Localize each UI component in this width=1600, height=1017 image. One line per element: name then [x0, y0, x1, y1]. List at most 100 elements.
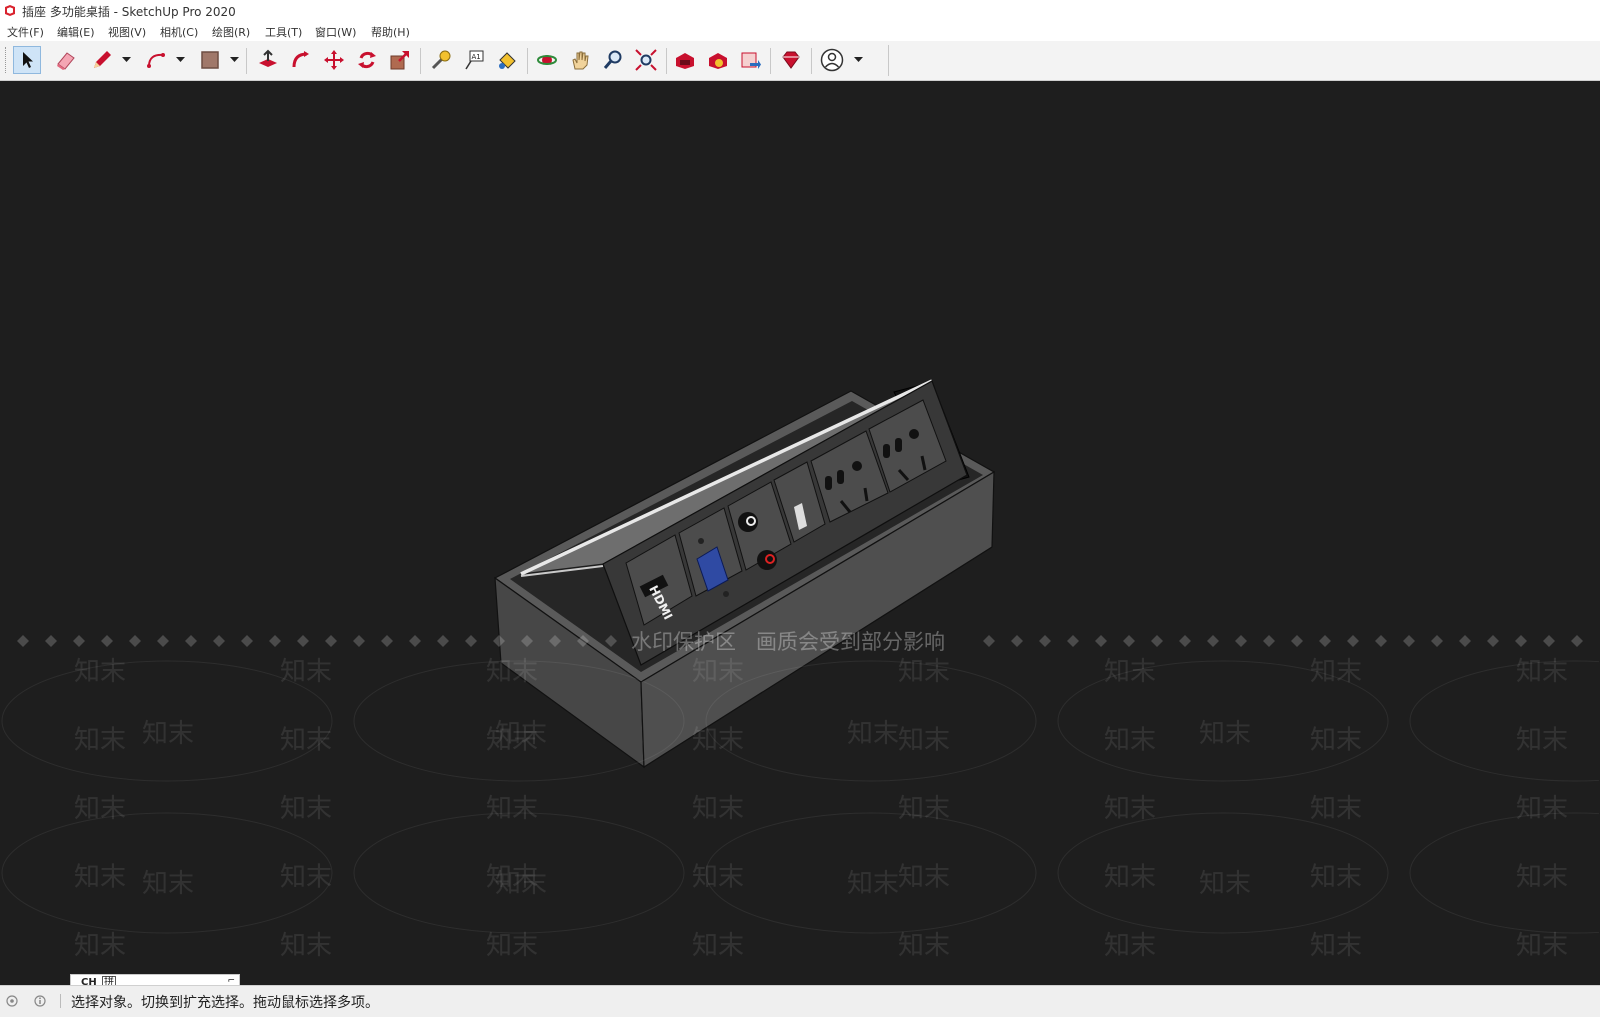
socket-2-hole-a: [883, 444, 890, 458]
vga-screw-top: [698, 538, 704, 544]
arc-tool-button[interactable]: [142, 46, 170, 74]
toolbar-separator: [811, 48, 812, 74]
svg-text:知末: 知末: [1199, 869, 1251, 899]
zoom-extents-icon: [635, 49, 657, 71]
rectangle-dropdown[interactable]: [229, 53, 239, 65]
move-icon: [324, 50, 344, 70]
status-bar: 选择对象。切换到扩充选择。拖动鼠标选择多项。: [0, 985, 1600, 1017]
menu-window[interactable]: 窗口(W): [315, 24, 356, 40]
menu-camera[interactable]: 相机(C): [160, 24, 198, 40]
ruby-gem-icon: [782, 51, 800, 69]
status-message: 选择对象。切换到扩充选择。拖动鼠标选择多项。: [71, 995, 379, 1011]
select-tool-button[interactable]: [13, 46, 41, 74]
info-icon[interactable]: [34, 995, 46, 1007]
rotate-tool-button[interactable]: [353, 46, 381, 74]
extension-manager-button[interactable]: [777, 46, 805, 74]
zoom-tool-button[interactable]: [599, 46, 627, 74]
pencil-dropdown[interactable]: [121, 53, 131, 65]
svg-text:知末: 知末: [495, 869, 547, 899]
scene-canvas[interactable]: 知末 HDMI: [1, 81, 1599, 985]
socket-1-hole-b: [837, 470, 844, 484]
send-to-layout-button[interactable]: [737, 46, 765, 74]
arc-dropdown[interactable]: [175, 53, 185, 65]
toolbar-separator: [666, 48, 667, 74]
orbit-tool-button[interactable]: [533, 46, 561, 74]
svg-text:知末: 知末: [495, 719, 547, 749]
pencil-icon: [94, 51, 111, 68]
toolbar-separator: [527, 48, 528, 74]
pan-hand-icon: [572, 51, 589, 70]
geo-location-icon[interactable]: [6, 995, 18, 1007]
arc-icon: [147, 53, 165, 68]
socket-1-hole-c: [852, 461, 862, 471]
dropdown-arrow-icon: [121, 56, 131, 62]
dropdown-arrow-icon: [229, 56, 239, 62]
svg-text:知末: 知末: [1199, 719, 1251, 749]
menu-view[interactable]: 视图(V): [108, 24, 146, 40]
toolbar-grip[interactable]: [5, 47, 9, 73]
svg-text:知末: 知末: [847, 719, 899, 749]
orbit-icon: [537, 55, 557, 65]
watermark-ellipses: [1, 660, 1599, 934]
svg-text:知末: 知末: [142, 719, 194, 749]
socket-2-hole-b: [895, 438, 902, 452]
push-pull-icon: [259, 49, 277, 67]
toolbar-separator: [420, 48, 421, 74]
svg-text:A1: A1: [472, 53, 481, 61]
3d-warehouse-button[interactable]: [671, 46, 699, 74]
warehouse-icon: [676, 53, 694, 69]
select-arrow-icon: [23, 52, 33, 68]
toolbar-end-line: [888, 45, 889, 76]
title-bar: 插座 多功能桌插 - SketchUp Pro 2020: [0, 0, 1600, 22]
menu-draw[interactable]: 绘图(R): [212, 24, 250, 40]
rotate-icon: [358, 51, 376, 69]
socket-2-hole-c: [909, 429, 919, 439]
watermark-overlay: 知末 知末 知末 知末 知末 知末 知末 知末 水印保护区 画质会受到部分影响: [1, 630, 1599, 985]
main-toolbar: A1: [0, 41, 1600, 81]
rectangle-tool-button[interactable]: [196, 46, 224, 74]
paint-bucket-tool-button[interactable]: [493, 46, 521, 74]
account-dropdown[interactable]: [853, 53, 863, 65]
pan-tool-button[interactable]: [566, 46, 594, 74]
sketchup-logo-icon: [5, 5, 15, 16]
menu-tools[interactable]: 工具(T): [265, 24, 302, 40]
tape-measure-tool-button[interactable]: [427, 46, 455, 74]
rectangle-icon: [201, 51, 219, 69]
paint-bucket-icon: [499, 52, 516, 69]
scale-icon: [390, 51, 409, 70]
user-account-icon: [820, 48, 844, 72]
tape-measure-icon: [431, 50, 451, 70]
eraser-icon: [57, 52, 75, 70]
drawing-viewport[interactable]: 知末 HDMI: [1, 81, 1599, 985]
toolbar-separator: [770, 48, 771, 74]
text-tool-button[interactable]: A1: [460, 46, 488, 74]
menu-help[interactable]: 帮助(H): [371, 24, 410, 40]
svg-text:知末: 知末: [142, 869, 194, 899]
watermark-mid-marks: 知末 知末 知末 知末 知末 知末 知末 知末: [142, 719, 1251, 899]
account-button[interactable]: [818, 46, 846, 74]
dropdown-arrow-icon: [853, 56, 863, 62]
push-pull-tool-button[interactable]: [254, 46, 282, 74]
dropdown-arrow-icon: [175, 56, 185, 62]
window-title: 插座 多功能桌插 - SketchUp Pro 2020: [22, 5, 236, 19]
toolbar-separator: [246, 48, 247, 74]
desk-socket-model[interactable]: HDMI: [493, 379, 996, 769]
zoom-magnifier-icon: [603, 50, 622, 69]
scale-tool-button[interactable]: [386, 46, 414, 74]
text-label-icon: A1: [465, 50, 484, 70]
pencil-tool-button[interactable]: [88, 46, 116, 74]
menu-file[interactable]: 文件(F): [7, 24, 44, 40]
extension-warehouse-button[interactable]: [704, 46, 732, 74]
follow-me-icon: [292, 51, 309, 68]
socket-1-hole-a: [825, 476, 832, 490]
watermark-tile-grid: [1, 650, 1599, 985]
menu-edit[interactable]: 编辑(E): [57, 24, 95, 40]
send-to-layout-icon: [741, 52, 761, 69]
vga-screw-bottom: [723, 591, 729, 597]
svg-text:知末: 知末: [847, 869, 899, 899]
follow-me-tool-button[interactable]: [287, 46, 315, 74]
move-tool-button[interactable]: [320, 46, 348, 74]
menu-bar: 文件(F) 编辑(E) 视图(V) 相机(C) 绘图(R) 工具(T) 窗口(W…: [0, 22, 1600, 41]
eraser-tool-button[interactable]: [52, 46, 80, 74]
zoom-extents-tool-button[interactable]: [632, 46, 660, 74]
